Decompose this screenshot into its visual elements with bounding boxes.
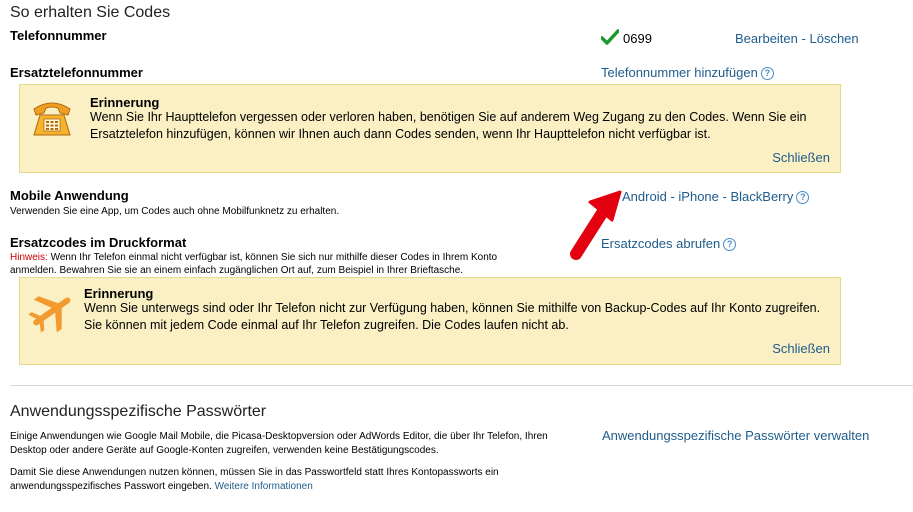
- close-reminder-button[interactable]: Schließen: [772, 341, 830, 356]
- reminder-box-backup-phone: Erinnerung Wenn Sie Ihr Haupttelefon ver…: [19, 84, 841, 173]
- airplane-icon: [26, 290, 76, 334]
- red-arrow-annotation: [566, 188, 626, 264]
- reminder-text: Wenn Sie unterwegs sind oder Ihr Telefon…: [84, 301, 821, 332]
- mobile-app-label: Mobile Anwendung: [10, 188, 129, 203]
- iphone-link[interactable]: iPhone: [678, 189, 718, 204]
- edit-phone-link[interactable]: Bearbeiten: [735, 31, 798, 46]
- blackberry-link[interactable]: BlackBerry: [730, 189, 793, 204]
- phone-number: 0699: [623, 31, 652, 46]
- reminder-text: Wenn Sie Ihr Haupttelefon vergessen oder…: [90, 110, 807, 141]
- link-separator: -: [801, 31, 806, 46]
- add-phone-link[interactable]: Telefonnummer hinzufügen: [601, 65, 758, 80]
- android-link[interactable]: Android: [622, 189, 667, 204]
- reminder-title: Erinnerung: [90, 95, 160, 110]
- phone-label: Telefonnummer: [10, 28, 107, 43]
- more-info-link[interactable]: Weitere Informationen: [215, 481, 313, 492]
- link-separator: -: [722, 189, 727, 204]
- checkmark-icon: [600, 29, 620, 45]
- app-passwords-instructions: Damit Sie diese Anwendungen nutzen könne…: [10, 466, 540, 494]
- page-title: So erhalten Sie Codes: [10, 4, 171, 21]
- help-icon[interactable]: ?: [723, 238, 737, 252]
- mobile-app-description: Verwenden Sie eine App, um Codes auch oh…: [10, 206, 340, 217]
- help-icon[interactable]: ?: [796, 191, 810, 205]
- reminder-box-backup-codes: Erinnerung Wenn Sie unterwegs sind oder …: [19, 277, 841, 365]
- hint-label: Hinweis:: [10, 252, 48, 263]
- app-passwords-description: Einige Anwendungen wie Google Mail Mobil…: [10, 431, 548, 456]
- close-reminder-button[interactable]: Schließen: [772, 150, 830, 165]
- telephone-icon: [28, 95, 76, 139]
- section-divider: [10, 385, 913, 386]
- delete-phone-link[interactable]: Löschen: [809, 31, 858, 46]
- printed-codes-hint: Hinweis: Wenn Ihr Telefon einmal nicht v…: [10, 251, 540, 277]
- reminder-title: Erinnerung: [84, 286, 154, 301]
- printed-codes-label: Ersatzcodes im Druckformat: [10, 235, 187, 250]
- backup-phone-label: Ersatztelefonnummer: [10, 65, 143, 80]
- link-separator: -: [670, 189, 675, 204]
- help-icon[interactable]: ?: [760, 67, 774, 81]
- app-passwords-title: Anwendungsspezifische Passwörter: [10, 403, 267, 420]
- hint-text: Wenn Ihr Telefon einmal nicht verfügbar …: [10, 252, 498, 276]
- manage-app-passwords-link[interactable]: Anwendungsspezifische Passwörter verwalt…: [602, 428, 869, 443]
